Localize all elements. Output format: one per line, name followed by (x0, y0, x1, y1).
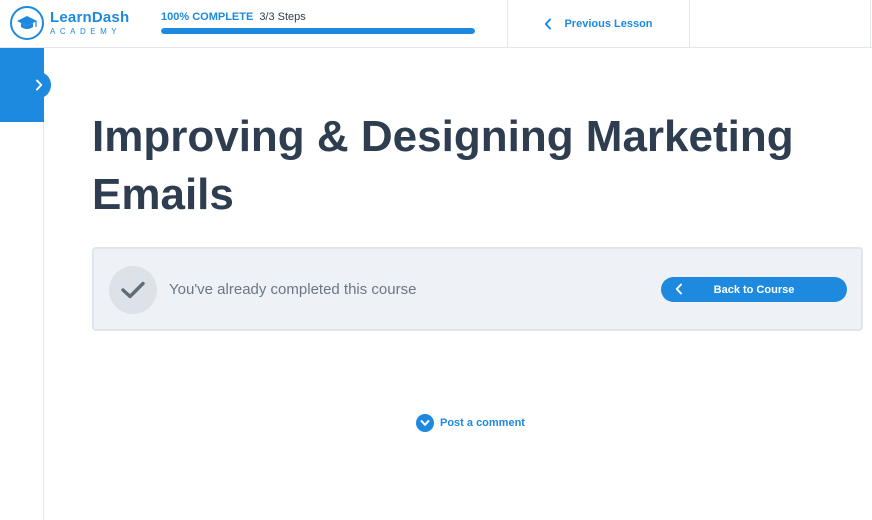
previous-lesson-label: Previous Lesson (564, 18, 653, 30)
top-bar: LearnDash ACADEMY 100% COMPLETE 3/3 Step… (0, 0, 872, 48)
next-lesson-slot (690, 0, 871, 48)
brand-tagline: ACADEMY (50, 27, 122, 36)
sidebar-toggle-button[interactable] (0, 48, 51, 122)
chevron-left-icon (675, 283, 683, 295)
lesson-title: Improving & Designing Marketing Emails (92, 112, 794, 219)
course-complete-message: You've already completed this course (169, 281, 417, 298)
course-progress: 100% COMPLETE 3/3 Steps (161, 11, 475, 34)
chevron-down-circle-icon (416, 414, 434, 432)
post-comment-link[interactable]: Post a comment (416, 414, 525, 432)
progress-percent: 100% COMPLETE (161, 11, 254, 23)
post-comment-label: Post a comment (440, 417, 525, 429)
checkmark-icon (109, 266, 157, 314)
back-to-course-label: Back to Course (713, 283, 795, 296)
graduation-cap-icon (10, 6, 44, 40)
chevron-right-icon (27, 72, 51, 98)
progress-bar-fill (161, 28, 475, 34)
course-complete-panel: You've already completed this course Bac… (92, 247, 863, 331)
sidebar (0, 48, 51, 520)
chevron-left-icon (544, 18, 552, 30)
brand-name: LearnDash (50, 9, 130, 26)
back-to-course-button[interactable]: Back to Course (661, 277, 847, 302)
progress-steps: 3/3 Steps (259, 11, 306, 23)
brand-logo[interactable]: LearnDash ACADEMY (10, 6, 130, 40)
previous-lesson-button[interactable]: Previous Lesson (507, 0, 690, 48)
progress-bar (161, 28, 475, 34)
